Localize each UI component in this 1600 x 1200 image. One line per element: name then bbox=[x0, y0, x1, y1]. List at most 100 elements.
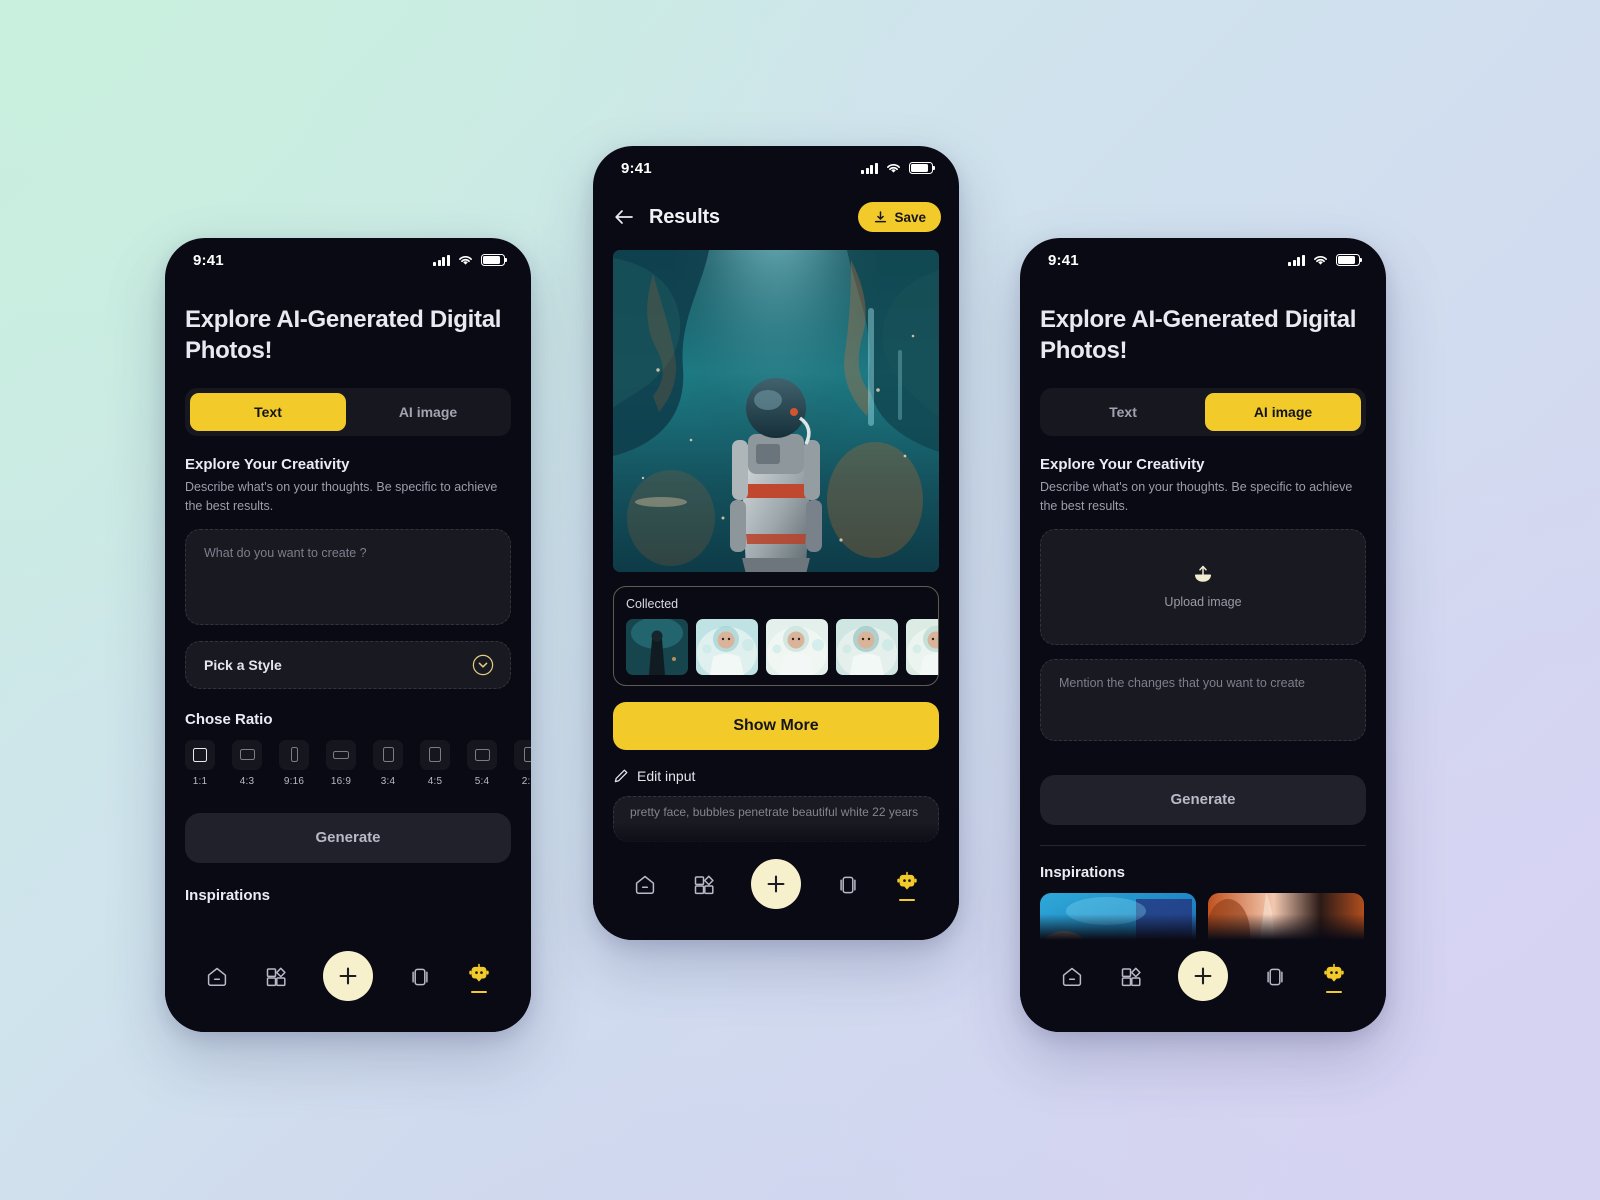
status-icons bbox=[861, 162, 936, 174]
creativity-subtext: Describe what's on your thoughts. Be spe… bbox=[185, 480, 498, 513]
ratio-label: 1:1 bbox=[192, 775, 208, 787]
nav-home[interactable] bbox=[204, 964, 230, 990]
nav-assistant[interactable] bbox=[1321, 961, 1347, 994]
plus-icon bbox=[339, 967, 357, 985]
nav-cards[interactable] bbox=[407, 964, 433, 990]
ratio-label: 5:4 bbox=[474, 775, 490, 787]
ratio-glyph bbox=[185, 739, 215, 770]
phone-mockup-ai-image: 9:41 Explore AI-Generated Digital Photos… bbox=[1020, 238, 1386, 1032]
mode-toggle: Text AI image bbox=[1040, 388, 1366, 437]
ratio-option-1-1[interactable]: 1:1 bbox=[185, 739, 215, 787]
status-icons bbox=[1288, 254, 1363, 266]
bottom-nav bbox=[165, 940, 531, 1032]
nav-active-indicator bbox=[1326, 990, 1343, 994]
ratio-label: 16:9 bbox=[330, 775, 352, 787]
collected-thumbnail[interactable] bbox=[766, 619, 828, 675]
creativity-subtext: Describe what's on your thoughts. Be spe… bbox=[1040, 480, 1353, 513]
collected-thumbnail[interactable] bbox=[906, 619, 938, 675]
nav-cards[interactable] bbox=[1262, 964, 1288, 990]
nav-home[interactable] bbox=[632, 872, 658, 898]
upload-image-dropzone[interactable]: Upload image bbox=[1040, 528, 1366, 645]
creativity-heading: Explore Your Creativity bbox=[185, 456, 350, 474]
results-header: Results Save bbox=[593, 190, 959, 232]
back-arrow-icon[interactable] bbox=[613, 207, 635, 227]
ratio-option-2-3[interactable]: 2:3 bbox=[514, 739, 531, 787]
chevron-down-icon[interactable] bbox=[472, 654, 494, 676]
collected-thumbnail[interactable] bbox=[836, 619, 898, 675]
nav-create-fab[interactable] bbox=[750, 859, 801, 909]
ratio-glyph bbox=[326, 739, 356, 770]
prompt-placeholder: What do you want to create ? bbox=[204, 545, 367, 560]
bubble-helmet-woman-thumb-4 bbox=[906, 619, 938, 675]
grid-gift-icon bbox=[1122, 967, 1142, 987]
ratio-option-3-4[interactable]: 3:4 bbox=[373, 739, 403, 787]
ratio-label: 3:4 bbox=[380, 775, 396, 787]
tab-ai-image[interactable]: AI image bbox=[350, 393, 506, 431]
ratio-label: 4:5 bbox=[427, 775, 443, 787]
tab-ai-image[interactable]: AI image bbox=[1205, 393, 1361, 432]
phone-mockup-results: 9:41 Results Save Collected Show More Ed… bbox=[593, 146, 959, 940]
ratio-option-4-3[interactable]: 4:3 bbox=[232, 739, 262, 787]
battery-icon bbox=[481, 254, 508, 266]
show-more-button[interactable]: Show More bbox=[613, 702, 939, 750]
nav-create-fab[interactable] bbox=[1177, 951, 1228, 1001]
ratio-option-5-4[interactable]: 5:4 bbox=[467, 739, 497, 787]
bubble-helmet-woman-thumb-3 bbox=[836, 619, 898, 675]
nav-active-indicator bbox=[899, 898, 916, 902]
download-icon bbox=[875, 210, 887, 222]
save-button[interactable]: Save bbox=[858, 202, 941, 232]
collected-thumbnail[interactable] bbox=[626, 619, 688, 675]
plus-icon bbox=[1194, 967, 1212, 985]
generate-button[interactable]: Generate bbox=[1040, 774, 1366, 825]
battery-icon bbox=[1336, 254, 1363, 266]
nav-gallery[interactable] bbox=[1118, 964, 1144, 990]
pick-a-style-select[interactable]: Pick a Style bbox=[185, 640, 511, 689]
battery-icon bbox=[909, 162, 936, 174]
tab-text[interactable]: Text bbox=[1045, 393, 1201, 431]
result-image[interactable] bbox=[613, 250, 939, 572]
astronaut-underwater-artwork bbox=[613, 250, 939, 572]
nav-assistant[interactable] bbox=[894, 869, 920, 902]
cellular-signal-icon bbox=[433, 254, 450, 266]
phone-mockup-prompt: 9:41 Explore AI-Generated Digital Photos… bbox=[165, 238, 531, 1032]
nav-gallery[interactable] bbox=[263, 964, 289, 990]
ratio-option-16-9[interactable]: 16:9 bbox=[326, 739, 356, 787]
page-title: Results bbox=[649, 205, 720, 228]
inspirations-heading: Inspirations bbox=[185, 886, 271, 904]
bubble-helmet-woman-thumb-1 bbox=[696, 619, 758, 675]
ratio-glyph bbox=[373, 739, 403, 770]
status-icons bbox=[433, 254, 508, 266]
changes-input[interactable]: Mention the changes that you want to cre… bbox=[1040, 658, 1366, 741]
nav-create-fab[interactable] bbox=[322, 951, 373, 1001]
ratio-option-4-5[interactable]: 4:5 bbox=[420, 739, 450, 787]
page-title: Explore AI-Generated Digital Photos! bbox=[185, 306, 502, 365]
wifi-icon bbox=[887, 163, 900, 173]
content-fade bbox=[165, 914, 531, 940]
edit-input-label: Edit input bbox=[637, 768, 696, 784]
nav-home[interactable] bbox=[1059, 964, 1085, 990]
ratio-options[interactable]: 1:1 4:3 9:16 16:9 3:4 4:5 5:4 2:3 bbox=[165, 739, 531, 787]
pencil-icon bbox=[614, 769, 628, 783]
tab-text[interactable]: Text bbox=[190, 393, 346, 432]
inspirations-heading: Inspirations bbox=[1040, 863, 1126, 881]
collected-thumbnails[interactable] bbox=[626, 619, 938, 675]
prompt-input[interactable]: What do you want to create ? bbox=[185, 528, 511, 625]
edit-input-field[interactable]: pretty face, bubbles penetrate beautiful… bbox=[613, 796, 939, 842]
nav-assistant[interactable] bbox=[466, 961, 492, 994]
bubble-helmet-woman-thumb-2 bbox=[766, 619, 828, 675]
generate-button[interactable]: Generate bbox=[185, 812, 511, 863]
ratio-glyph bbox=[420, 739, 450, 770]
wifi-icon bbox=[459, 255, 472, 265]
collected-thumbnail[interactable] bbox=[696, 619, 758, 675]
carousel-icon bbox=[839, 876, 856, 894]
nav-active-indicator bbox=[471, 990, 488, 994]
nav-gallery[interactable] bbox=[691, 872, 717, 898]
edit-input-toggle[interactable]: Edit input bbox=[593, 768, 959, 784]
carousel-icon bbox=[1266, 968, 1283, 986]
status-time: 9:41 bbox=[621, 159, 652, 177]
bottom-nav bbox=[1020, 940, 1386, 1032]
nav-cards[interactable] bbox=[835, 872, 861, 898]
ratio-glyph bbox=[279, 739, 309, 770]
cellular-signal-icon bbox=[861, 162, 878, 174]
ratio-option-9-16[interactable]: 9:16 bbox=[279, 739, 309, 787]
